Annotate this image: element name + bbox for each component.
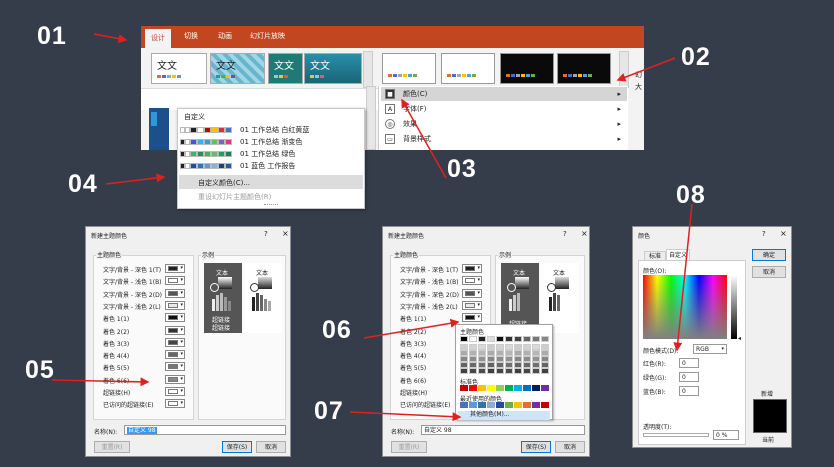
arrow-08 bbox=[673, 203, 693, 352]
arrow-02 bbox=[616, 57, 676, 82]
arrow-03 bbox=[401, 98, 447, 179]
arrow-05 bbox=[51, 377, 150, 387]
arrow-07 bbox=[349, 411, 462, 422]
arrow-06 bbox=[363, 318, 460, 339]
arrow-01 bbox=[93, 33, 128, 44]
annotation-arrows bbox=[51, 33, 693, 422]
arrow-04 bbox=[105, 173, 166, 185]
